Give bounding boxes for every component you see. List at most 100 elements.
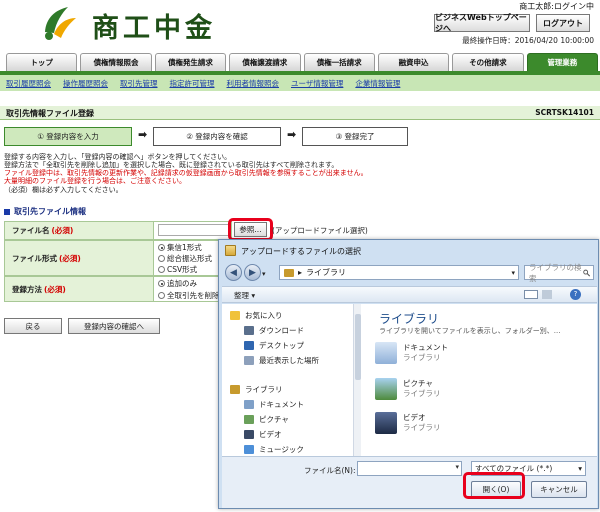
page-title: 取引先情報ファイル登録	[6, 109, 94, 118]
forward-arrow-icon[interactable]: ▶	[244, 264, 261, 281]
library-item-pictures[interactable]: ピクチャ ライブラリ	[375, 378, 441, 400]
videos-library-icon	[375, 412, 397, 434]
library-search-input[interactable]: ライブラリの検索	[524, 263, 594, 283]
help-icon[interactable]: ?	[570, 289, 581, 300]
address-bar[interactable]: ▸ ライブラリ ▾	[279, 265, 519, 280]
step-input: ① 登録内容を入力	[4, 127, 132, 146]
library-icon	[284, 268, 294, 277]
navigation-pane: お気に入り ダウンロード デスクトップ 最近表示した場所 ライブラリ ドキュメン…	[222, 304, 358, 456]
radio-method-delete-all[interactable]: 全取引先を削除	[158, 290, 220, 301]
cancel-button[interactable]: キャンセル	[531, 481, 587, 498]
dialog-browser-icon	[225, 245, 236, 256]
nav-label: ダウンロード	[259, 326, 304, 335]
nav-favorites[interactable]: お気に入り	[230, 310, 283, 321]
step-complete: ③ 登録完了	[302, 127, 408, 146]
highlight-ring	[228, 218, 273, 241]
subnav-partner-management[interactable]: 取引先管理	[120, 78, 158, 89]
library-item-documents[interactable]: ドキュメント ライブラリ	[375, 342, 448, 364]
subnav-operation-history[interactable]: 操作履歴照会	[63, 78, 108, 89]
radio-dot	[158, 292, 165, 299]
back-button[interactable]: 戻る	[4, 318, 62, 334]
tab-loan-application[interactable]: 融資申込	[377, 53, 450, 71]
tab-receivable-issue[interactable]: 債権発生請求	[154, 53, 227, 71]
web-top-page-button[interactable]: ビジネスWebトップページへ	[434, 13, 530, 33]
library-item-name: ドキュメント	[403, 343, 448, 352]
history-dropdown-icon[interactable]: ▾	[262, 270, 266, 278]
logout-button[interactable]: ログアウト	[536, 14, 590, 32]
tab-receivable-transfer[interactable]: 債権譲渡請求	[229, 53, 301, 71]
videos-icon	[244, 430, 254, 439]
subnav-transaction-history[interactable]: 取引履歴照会	[6, 78, 51, 89]
file-name-label: ファイル名 (必須)	[4, 221, 154, 240]
radio-label: CSV形式	[167, 265, 198, 274]
tab-management[interactable]: 管理業務	[526, 53, 598, 71]
address-dropdown-icon[interactable]: ▾	[511, 269, 515, 277]
nav-desktop[interactable]: デスクトップ	[244, 340, 304, 351]
required-note: （必須）欄は必ず入力してください。	[4, 186, 123, 194]
file-name-label: ファイル名(N):	[304, 466, 356, 475]
pictures-icon	[244, 415, 254, 424]
required-mark: (必須)	[59, 253, 81, 263]
organize-menu[interactable]: 整理 ▾	[234, 290, 255, 301]
preview-pane-icon[interactable]	[542, 290, 552, 299]
sub-navigation: 取引履歴照会 操作履歴照会 取引先管理 指定許可管理 利用者情報照会 ユーザ情報…	[0, 75, 600, 91]
content-pane: ライブラリ ライブラリを開いてファイルを表示し、フォルダー別、... ドキュメン…	[361, 304, 597, 456]
nav-scrollbar[interactable]	[353, 304, 361, 456]
recent-places-icon	[244, 356, 254, 365]
tab-receivable-inquiry[interactable]: 債権情報照会	[80, 53, 152, 71]
nav-recent[interactable]: 最近表示した場所	[244, 355, 319, 366]
search-icon	[583, 269, 590, 277]
library-item-type: ライブラリ	[403, 389, 441, 398]
nav-music[interactable]: ミュージック	[244, 444, 304, 455]
subnav-user-info-inquiry[interactable]: 利用者情報照会	[227, 78, 280, 89]
tab-top[interactable]: トップ	[6, 53, 78, 71]
file-path-input[interactable]	[158, 224, 230, 236]
tab-bulk-request[interactable]: 債権一括請求	[303, 53, 375, 71]
radio-dot	[158, 280, 165, 287]
register-method-label-text: 登録方法	[12, 284, 42, 294]
chevron-down-icon[interactable]: ▾	[455, 463, 459, 471]
user-name: 商工太郎:ログイン中	[519, 2, 594, 11]
nav-label: 最近表示した場所	[259, 356, 319, 365]
file-name-input[interactable]: ▾	[357, 461, 462, 476]
library-item-videos[interactable]: ビデオ ライブラリ	[375, 412, 441, 434]
back-arrow-icon[interactable]: ◀	[225, 264, 242, 281]
nav-documents[interactable]: ドキュメント	[244, 399, 304, 410]
company-logo-icon	[45, 7, 76, 40]
subnav-company-info-management[interactable]: 企業情報管理	[355, 78, 400, 89]
nav-downloads[interactable]: ダウンロード	[244, 325, 304, 336]
radio-format-sogofurikomi[interactable]: 総合振込形式	[158, 253, 212, 264]
library-item-type: ライブラリ	[403, 423, 441, 432]
confirm-button[interactable]: 登録内容の確認へ	[68, 318, 160, 334]
register-method-label: 登録方法 (必須)	[4, 276, 154, 302]
required-mark: (必須)	[44, 284, 66, 294]
dialog-title: アップロードするファイルの選択	[241, 247, 361, 256]
dialog-toolbar: 整理 ▾ ?	[222, 286, 597, 303]
step-arrow-icon: ➡	[287, 128, 297, 141]
pictures-library-icon	[375, 378, 397, 400]
radio-label: 全取引先を削除	[167, 291, 220, 300]
library-item-name: ピクチャ	[403, 379, 433, 388]
radio-format-shushin1[interactable]: 集信1形式	[158, 242, 202, 253]
step-arrow-icon: ➡	[138, 128, 148, 141]
address-text: ライブラリ	[306, 268, 347, 277]
file-upload-dialog: アップロードするファイルの選択 ◀ ▶ ▾ ▸ ライブラリ ▾ ライブラリの検索…	[218, 239, 599, 509]
radio-label: 集信1形式	[167, 243, 202, 252]
subnav-permission-management[interactable]: 指定許可管理	[170, 78, 215, 89]
browse-note: (アップロードファイル選択)	[272, 226, 368, 235]
radio-method-add-only[interactable]: 追加のみ	[158, 278, 197, 289]
view-options-icon[interactable]	[524, 290, 538, 299]
tab-other-request[interactable]: その他請求	[452, 53, 524, 71]
radio-format-csv[interactable]: CSV形式	[158, 264, 197, 275]
nav-videos[interactable]: ビデオ	[244, 429, 282, 440]
desktop-icon	[244, 341, 254, 350]
nav-libraries[interactable]: ライブラリ	[230, 384, 283, 395]
nav-label: ドキュメント	[259, 400, 304, 409]
music-icon	[244, 445, 254, 454]
subnav-user-info-management[interactable]: ユーザ情報管理	[291, 78, 343, 89]
nav-label: ミュージック	[259, 445, 304, 454]
step-confirm: ② 登録内容を確認	[153, 127, 281, 146]
nav-pictures[interactable]: ピクチャ	[244, 414, 289, 425]
company-logo-text: 商工中金	[92, 13, 216, 44]
breadcrumb-arrow-icon: ▸	[298, 268, 303, 277]
